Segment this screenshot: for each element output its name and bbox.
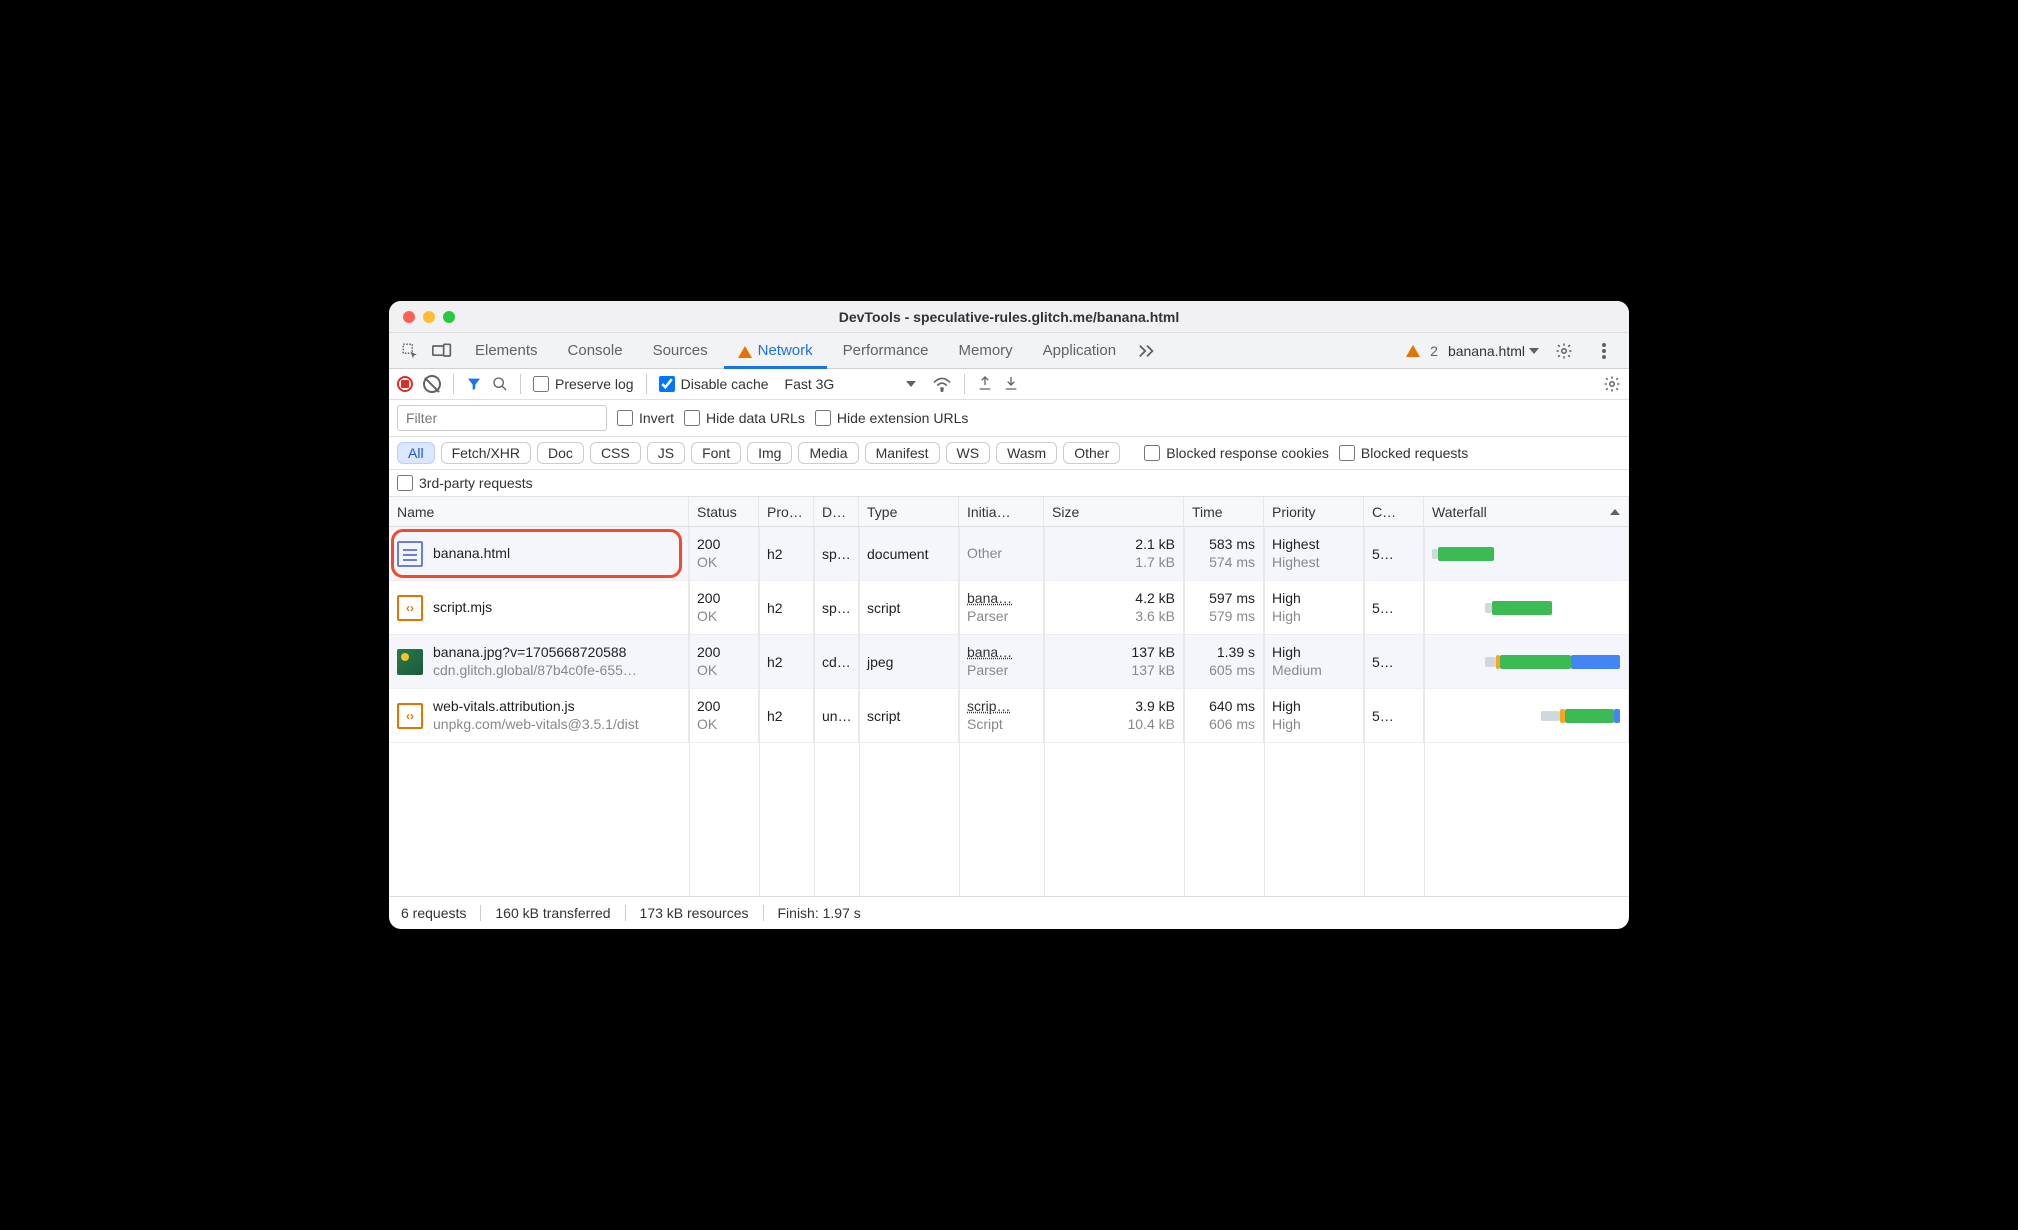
filter-chip-other[interactable]: Other (1063, 442, 1120, 464)
initiator-link[interactable]: bana… (967, 644, 1035, 662)
warning-icon (738, 346, 752, 358)
filter-toolbar: Invert Hide data URLs Hide extension URL… (389, 400, 1629, 437)
device-toolbar-icon[interactable] (427, 336, 457, 366)
preserve-log-checkbox[interactable]: Preserve log (533, 376, 634, 392)
search-icon[interactable] (492, 376, 508, 392)
window-controls (389, 311, 455, 323)
filter-icon[interactable] (466, 376, 482, 392)
filter-chip-js[interactable]: JS (647, 442, 685, 464)
table-row[interactable]: ‹›script.mjs200OKh2sp…scriptbana…Parser4… (389, 581, 1629, 635)
upload-har-icon[interactable] (977, 375, 993, 394)
disable-cache-checkbox[interactable]: Disable cache (659, 376, 769, 392)
invert-checkbox[interactable]: Invert (617, 410, 674, 426)
tab-sources[interactable]: Sources (639, 333, 722, 369)
main-tabstrip: ElementsConsoleSourcesNetworkPerformance… (389, 333, 1629, 369)
network-settings-icon[interactable] (1603, 375, 1621, 393)
chevron-down-icon (1529, 348, 1539, 354)
blocked-requests-checkbox[interactable]: Blocked requests (1339, 445, 1468, 461)
filter-chip-ws[interactable]: WS (946, 442, 991, 464)
column-header[interactable]: Time (1184, 497, 1264, 527)
devtools-window: DevTools - speculative-rules.glitch.me/b… (389, 301, 1629, 929)
throttling-select[interactable]: Fast 3G (779, 374, 923, 394)
filter-chip-font[interactable]: Font (691, 442, 741, 464)
tab-performance[interactable]: Performance (829, 333, 943, 369)
filter-chip-doc[interactable]: Doc (537, 442, 584, 464)
tab-memory[interactable]: Memory (945, 333, 1027, 369)
status-requests: 6 requests (401, 905, 466, 921)
status-finish: Finish: 1.97 s (778, 905, 861, 921)
table-header: NameStatusPro…D…TypeInitia…SizeTimePrior… (389, 497, 1629, 527)
download-har-icon[interactable] (1003, 375, 1019, 394)
waterfall-cell (1424, 581, 1629, 635)
type-filter-toolbar: All Fetch/XHR Doc CSS JS Font Img Media Manifest… (389, 437, 1629, 470)
column-header[interactable]: Status (689, 497, 759, 527)
script-icon: ‹› (397, 595, 423, 621)
hide-extension-urls-checkbox[interactable]: Hide extension URLs (815, 410, 969, 426)
record-button[interactable] (397, 376, 413, 392)
filter-chip-fetchxhr[interactable]: Fetch/XHR (441, 442, 531, 464)
table-row[interactable]: banana.jpg?v=1705668720588cdn.glitch.glo… (389, 635, 1629, 689)
status-transferred: 160 kB transferred (495, 905, 610, 921)
tab-network[interactable]: Network (724, 333, 827, 369)
filter-chip-img[interactable]: Img (747, 442, 792, 464)
column-header[interactable]: Size (1044, 497, 1184, 527)
table-body: banana.html200OKh2sp…documentOther2.1 kB… (389, 527, 1629, 897)
file-name: script.mjs (433, 599, 680, 617)
network-conditions-icon[interactable] (932, 376, 952, 392)
kebab-menu-icon[interactable] (1589, 336, 1619, 366)
gear-icon[interactable] (1549, 336, 1579, 366)
waterfall-cell (1424, 635, 1629, 689)
file-name: web-vitals.attribution.js (433, 698, 680, 716)
minimize-icon[interactable] (423, 311, 435, 323)
third-party-toolbar: 3rd-party requests (389, 470, 1629, 497)
filter-chip-media[interactable]: Media (798, 442, 858, 464)
column-header[interactable]: Type (859, 497, 959, 527)
column-header[interactable]: C… (1364, 497, 1424, 527)
status-bar: 6 requests 160 kB transferred 173 kB res… (389, 897, 1629, 929)
column-header[interactable]: Name (389, 497, 689, 527)
zoom-icon[interactable] (443, 311, 455, 323)
target-name: banana.html (1448, 343, 1525, 359)
table-row[interactable]: ‹›web-vitals.attribution.jsunpkg.com/web… (389, 689, 1629, 743)
network-toolbar: Preserve log Disable cache Fast 3G (389, 369, 1629, 400)
filter-chip-manifest[interactable]: Manifest (865, 442, 940, 464)
waterfall-cell (1424, 527, 1629, 581)
table-row[interactable]: banana.html200OKh2sp…documentOther2.1 kB… (389, 527, 1629, 581)
window-title: DevTools - speculative-rules.glitch.me/b… (389, 309, 1629, 325)
filter-chip-all[interactable]: All (397, 442, 435, 464)
column-header[interactable]: Pro… (759, 497, 814, 527)
warning-icon[interactable] (1406, 345, 1420, 357)
script-icon: ‹› (397, 703, 423, 729)
tab-elements[interactable]: Elements (461, 333, 552, 369)
more-tabs-icon[interactable] (1132, 336, 1162, 366)
document-icon (397, 541, 423, 567)
column-header[interactable]: Priority (1264, 497, 1364, 527)
warning-count[interactable]: 2 (1430, 343, 1438, 359)
inspect-element-icon[interactable] (395, 336, 425, 366)
titlebar: DevTools - speculative-rules.glitch.me/b… (389, 301, 1629, 333)
blocked-cookies-checkbox[interactable]: Blocked response cookies (1144, 445, 1329, 461)
column-header[interactable]: D… (814, 497, 859, 527)
initiator-link[interactable]: scrip… (967, 698, 1035, 716)
column-header[interactable]: Waterfall (1424, 497, 1629, 527)
status-resources: 173 kB resources (640, 905, 749, 921)
tab-application[interactable]: Application (1029, 333, 1130, 369)
chevron-down-icon (906, 381, 916, 387)
column-header[interactable]: Initia… (959, 497, 1044, 527)
filter-input[interactable] (397, 405, 607, 431)
target-selector[interactable]: banana.html (1448, 343, 1539, 359)
file-name: banana.jpg?v=1705668720588 (433, 644, 680, 662)
close-icon[interactable] (403, 311, 415, 323)
waterfall-cell (1424, 689, 1629, 743)
filter-chip-wasm[interactable]: Wasm (996, 442, 1057, 464)
third-party-checkbox[interactable]: 3rd-party requests (397, 475, 533, 491)
file-name: banana.html (433, 545, 680, 563)
clear-button[interactable] (423, 375, 441, 393)
tab-console[interactable]: Console (554, 333, 637, 369)
filter-chip-css[interactable]: CSS (590, 442, 641, 464)
image-icon (397, 649, 423, 675)
hide-data-urls-checkbox[interactable]: Hide data URLs (684, 410, 805, 426)
initiator-link[interactable]: bana… (967, 590, 1035, 608)
